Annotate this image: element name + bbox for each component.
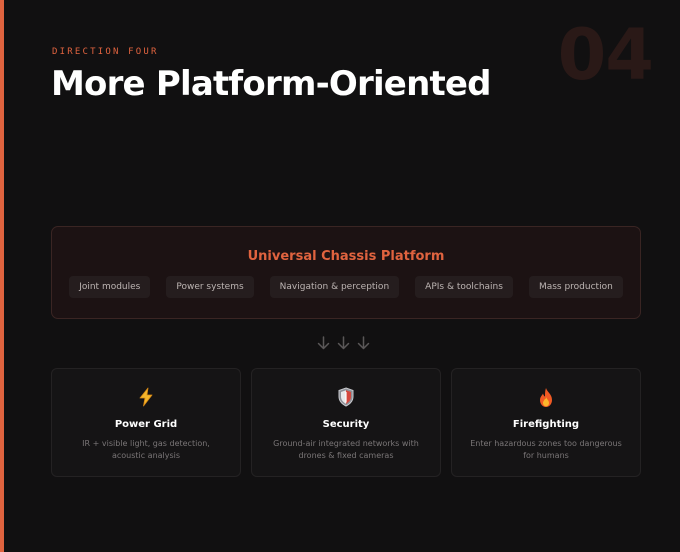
application-card-security: Security Ground-air integrated networks … bbox=[251, 368, 441, 477]
arrow-down-icon bbox=[317, 336, 330, 350]
module-chip-power-systems: Power systems bbox=[166, 276, 254, 298]
accent-bar bbox=[0, 0, 4, 552]
lightning-icon bbox=[52, 386, 240, 408]
arrow-down-icon bbox=[337, 336, 350, 350]
module-chip-mass-production: Mass production bbox=[528, 276, 623, 298]
flow-arrows bbox=[316, 335, 371, 351]
application-title: Power Grid bbox=[114, 419, 178, 430]
shield-icon bbox=[252, 386, 440, 408]
module-list: Joint modules Power systems Navigation &… bbox=[52, 276, 640, 298]
module-chip-apis: APIs & toolchains bbox=[415, 276, 513, 298]
module-chip-joint-modules: Joint modules bbox=[69, 276, 151, 298]
page-title: More Platform-Oriented bbox=[51, 64, 492, 104]
application-cards: Power Grid IR + visible light, gas detec… bbox=[51, 368, 641, 477]
application-description: Ground-air integrated networks with dron… bbox=[273, 439, 419, 460]
application-description: Enter hazardous zones too dangerous for … bbox=[470, 439, 622, 460]
section-eyebrow: DIRECTION FOUR bbox=[52, 47, 159, 57]
application-description: IR + visible light, gas detection, acous… bbox=[82, 439, 210, 460]
arrow-down-icon bbox=[357, 336, 370, 350]
application-title: Security bbox=[322, 419, 370, 430]
module-chip-navigation: Navigation & perception bbox=[269, 276, 400, 298]
application-title: Firefighting bbox=[512, 419, 580, 430]
application-card-firefighting: Firefighting Enter hazardous zones too d… bbox=[451, 368, 641, 477]
platform-panel: Universal Chassis Platform Joint modules… bbox=[51, 226, 641, 319]
fire-icon bbox=[452, 386, 640, 408]
platform-title: Universal Chassis Platform bbox=[247, 249, 445, 264]
application-card-power-grid: Power Grid IR + visible light, gas detec… bbox=[51, 368, 241, 477]
section-number: 04 bbox=[557, 14, 654, 96]
